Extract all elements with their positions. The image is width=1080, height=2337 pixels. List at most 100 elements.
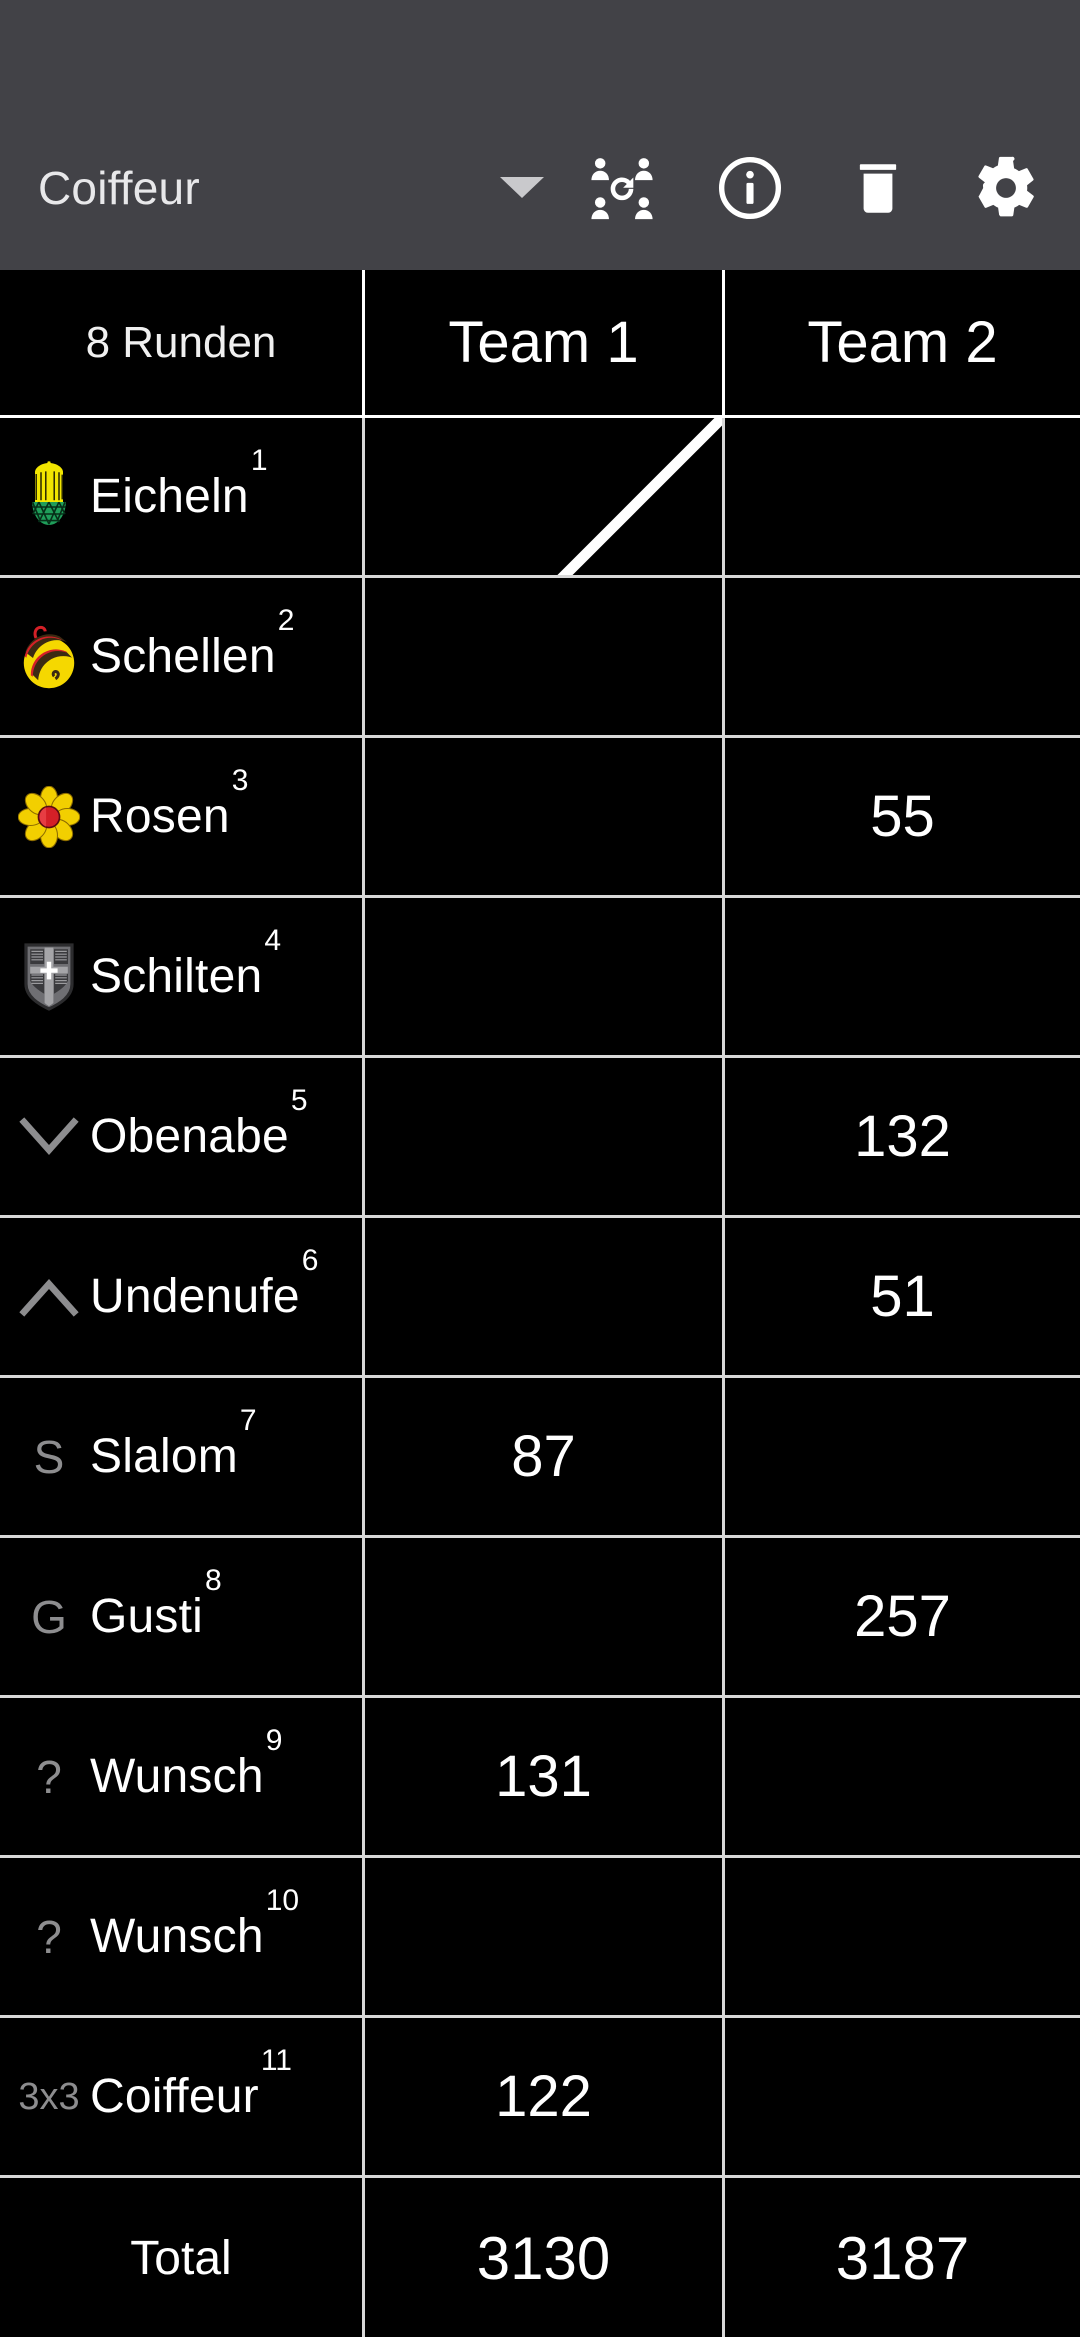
round-name: Slalom [90,1430,238,1483]
table-row: 3x3 Coiffeur 11 122 [0,2018,1080,2178]
team1-label: Team 1 [448,310,639,375]
round-name: Obenabe [90,1110,289,1163]
total-team2-score: 3187 [835,2224,970,2292]
round-label-cell[interactable]: Undenufe 6 [0,1218,362,1378]
question-icon: ? [36,1910,62,1963]
round-symbol: G [18,1577,80,1657]
chevron-up-icon [19,1278,79,1317]
score-cell-team2[interactable] [722,1698,1080,1858]
round-name: Gusti [90,1590,204,1643]
score-cell-team2[interactable] [722,1378,1080,1538]
app-bar-actions [558,124,1070,252]
score-cell-team2[interactable] [722,898,1080,1058]
score-value: 132 [854,1104,951,1169]
round-label-cell[interactable]: ? Wunsch 9 [0,1698,362,1858]
delete-button[interactable] [814,124,942,252]
rounds-label: 8 Runden [85,317,277,367]
round-label-cell[interactable]: S Slalom 7 [0,1378,362,1538]
round-name: Wunsch [90,1910,264,1963]
table-row: Rosen 3 55 [0,738,1080,898]
total-label: Total [130,2231,232,2285]
round-name: Wunsch [90,1750,264,1803]
round-index: 5 [290,1084,308,1117]
total-label-cell: Total [0,2178,362,2337]
table-row: Schellen 2 [0,578,1080,738]
settings-button[interactable] [942,124,1070,252]
round-label-cell[interactable]: Schilten 4 [0,898,362,1058]
round-label-cell[interactable]: Schellen 2 [0,578,362,738]
round-index: 2 [277,604,295,637]
round-name: Undenufe [90,1270,300,1323]
round-label-cell[interactable]: G Gusti 8 [0,1538,362,1698]
acorn-icon [31,460,66,525]
round-symbol [18,1097,80,1177]
score-cell-team2[interactable] [722,1858,1080,2018]
score-cell-team2[interactable]: 55 [722,738,1080,898]
score-cell-team2[interactable] [722,2018,1080,2178]
round-symbol [18,617,80,697]
score-value: 131 [495,1744,592,1809]
info-icon [718,156,782,219]
total-team1-cell: 3130 [362,2178,722,2337]
info-button[interactable] [686,124,814,252]
score-cell-team1[interactable] [362,418,722,578]
shuffle-teams-button[interactable] [558,124,686,252]
round-index: 8 [205,1564,222,1597]
round-label-cell[interactable]: ? Wunsch 10 [0,1858,362,2018]
shield-icon [24,942,74,1011]
score-value: 122 [495,2064,592,2129]
header-rounds-cell[interactable]: 8 Runden [0,270,362,418]
score-cell-team2[interactable] [722,578,1080,738]
round-name: Schellen [90,630,276,683]
round-symbol [18,1257,80,1337]
round-label-cell[interactable]: Eicheln 1 [0,418,362,578]
three-by-three-icon: 3x3 [18,2075,80,2118]
round-name: Schilten [90,950,263,1003]
shuffle-teams-icon [591,157,653,219]
struck-out-line [557,418,722,575]
game-mode-dropdown[interactable]: Coiffeur [38,105,558,270]
header-team2-cell[interactable]: Team 2 [722,270,1080,418]
table-row: S Slalom 7 87 [0,1378,1080,1538]
bell-icon [23,625,75,688]
table-row: G Gusti 8 257 [0,1538,1080,1698]
total-team1-score: 3130 [476,2224,611,2292]
round-name: Coiffeur [90,2070,259,2123]
score-cell-team1[interactable] [362,898,722,1058]
round-index: 7 [239,1404,257,1437]
chevron-down-icon [500,177,544,198]
round-index: 6 [301,1244,319,1277]
rose-icon [18,785,80,848]
score-cell-team1[interactable] [362,1218,722,1378]
score-cell-team1[interactable]: 122 [362,2018,722,2178]
score-value: 257 [854,1584,951,1649]
score-cell-team2[interactable] [722,418,1080,578]
score-cell-team1[interactable] [362,1858,722,2018]
score-cell-team2[interactable]: 257 [722,1538,1080,1698]
score-cell-team1[interactable] [362,578,722,738]
table-header-row: 8 Runden Team 1 Team 2 [0,270,1080,418]
round-label-cell[interactable]: Obenabe 5 [0,1058,362,1218]
team2-label: Team 2 [807,310,998,375]
round-label-cell[interactable]: 3x3 Coiffeur 11 [0,2018,362,2178]
score-cell-team2[interactable]: 132 [722,1058,1080,1218]
score-cell-team2[interactable]: 51 [722,1218,1080,1378]
round-symbol [18,937,80,1017]
round-label-cell[interactable]: Rosen 3 [0,738,362,898]
header-team1-cell[interactable]: Team 1 [362,270,722,418]
table-row: ? Wunsch 10 [0,1858,1080,2018]
score-cell-team1[interactable]: 131 [362,1698,722,1858]
round-symbol: S [18,1417,80,1497]
score-cell-team1[interactable] [362,1058,722,1218]
chevron-down-icon [19,1116,79,1155]
score-cell-team1[interactable] [362,738,722,898]
round-symbol [18,777,80,857]
round-index: 9 [265,1724,283,1757]
score-cell-team1[interactable]: 87 [362,1378,722,1538]
app-bar: Coiffeur [0,105,1080,270]
question-icon: ? [36,1750,62,1803]
round-index: 10 [265,1884,300,1917]
trash-icon [859,163,897,213]
table-row: Undenufe 6 51 [0,1218,1080,1378]
score-cell-team1[interactable] [362,1538,722,1698]
